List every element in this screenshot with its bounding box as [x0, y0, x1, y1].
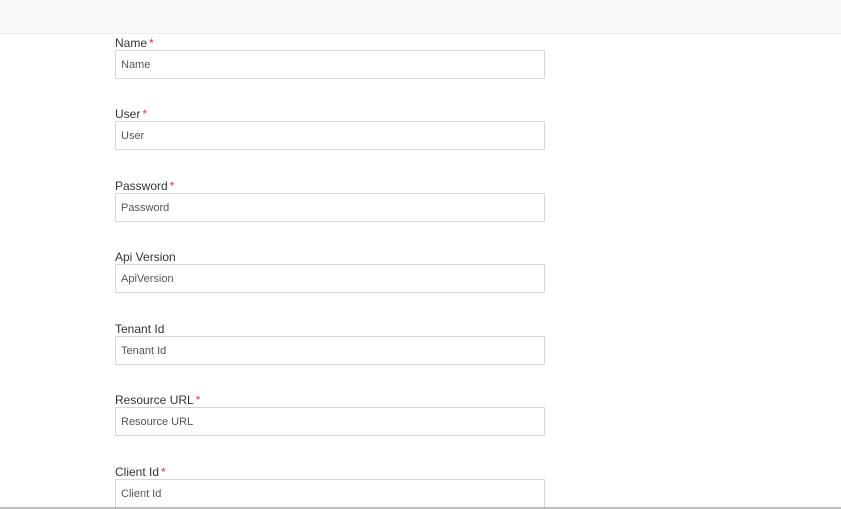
tenant-id-field-group: Tenant Id: [115, 321, 545, 371]
required-mark: *: [142, 107, 148, 121]
user-input[interactable]: [115, 121, 545, 150]
client-id-label: Client Id *: [115, 465, 166, 479]
api-version-input[interactable]: [115, 264, 545, 293]
resource-url-input[interactable]: [115, 407, 545, 436]
resource-url-label: Resource URL *: [115, 393, 201, 407]
resource-url-field-group: Resource URL *: [115, 392, 545, 442]
user-label: User *: [115, 107, 148, 121]
required-mark: *: [149, 36, 154, 50]
tenant-id-label: Tenant Id: [115, 322, 165, 336]
password-input[interactable]: [115, 193, 545, 222]
name-input[interactable]: [115, 50, 545, 79]
password-field-group: Password *: [115, 178, 545, 228]
tenant-id-input[interactable]: [115, 336, 545, 365]
top-bar: [0, 0, 841, 34]
api-version-label: Api Version: [115, 250, 176, 264]
name-field-group: Name *: [115, 35, 545, 85]
client-id-field-group: Client Id *: [115, 464, 545, 509]
user-field-group: User *: [115, 106, 545, 156]
password-label: Password *: [115, 179, 175, 193]
api-version-field-group: Api Version: [115, 249, 545, 299]
form-page: Name* User* Password* Api Version Tenant…: [0, 0, 841, 509]
required-mark: *: [169, 179, 175, 193]
required-mark: *: [161, 465, 166, 479]
client-id-input[interactable]: [115, 479, 545, 508]
required-mark: *: [195, 393, 201, 407]
name-label: Name *: [115, 36, 154, 50]
